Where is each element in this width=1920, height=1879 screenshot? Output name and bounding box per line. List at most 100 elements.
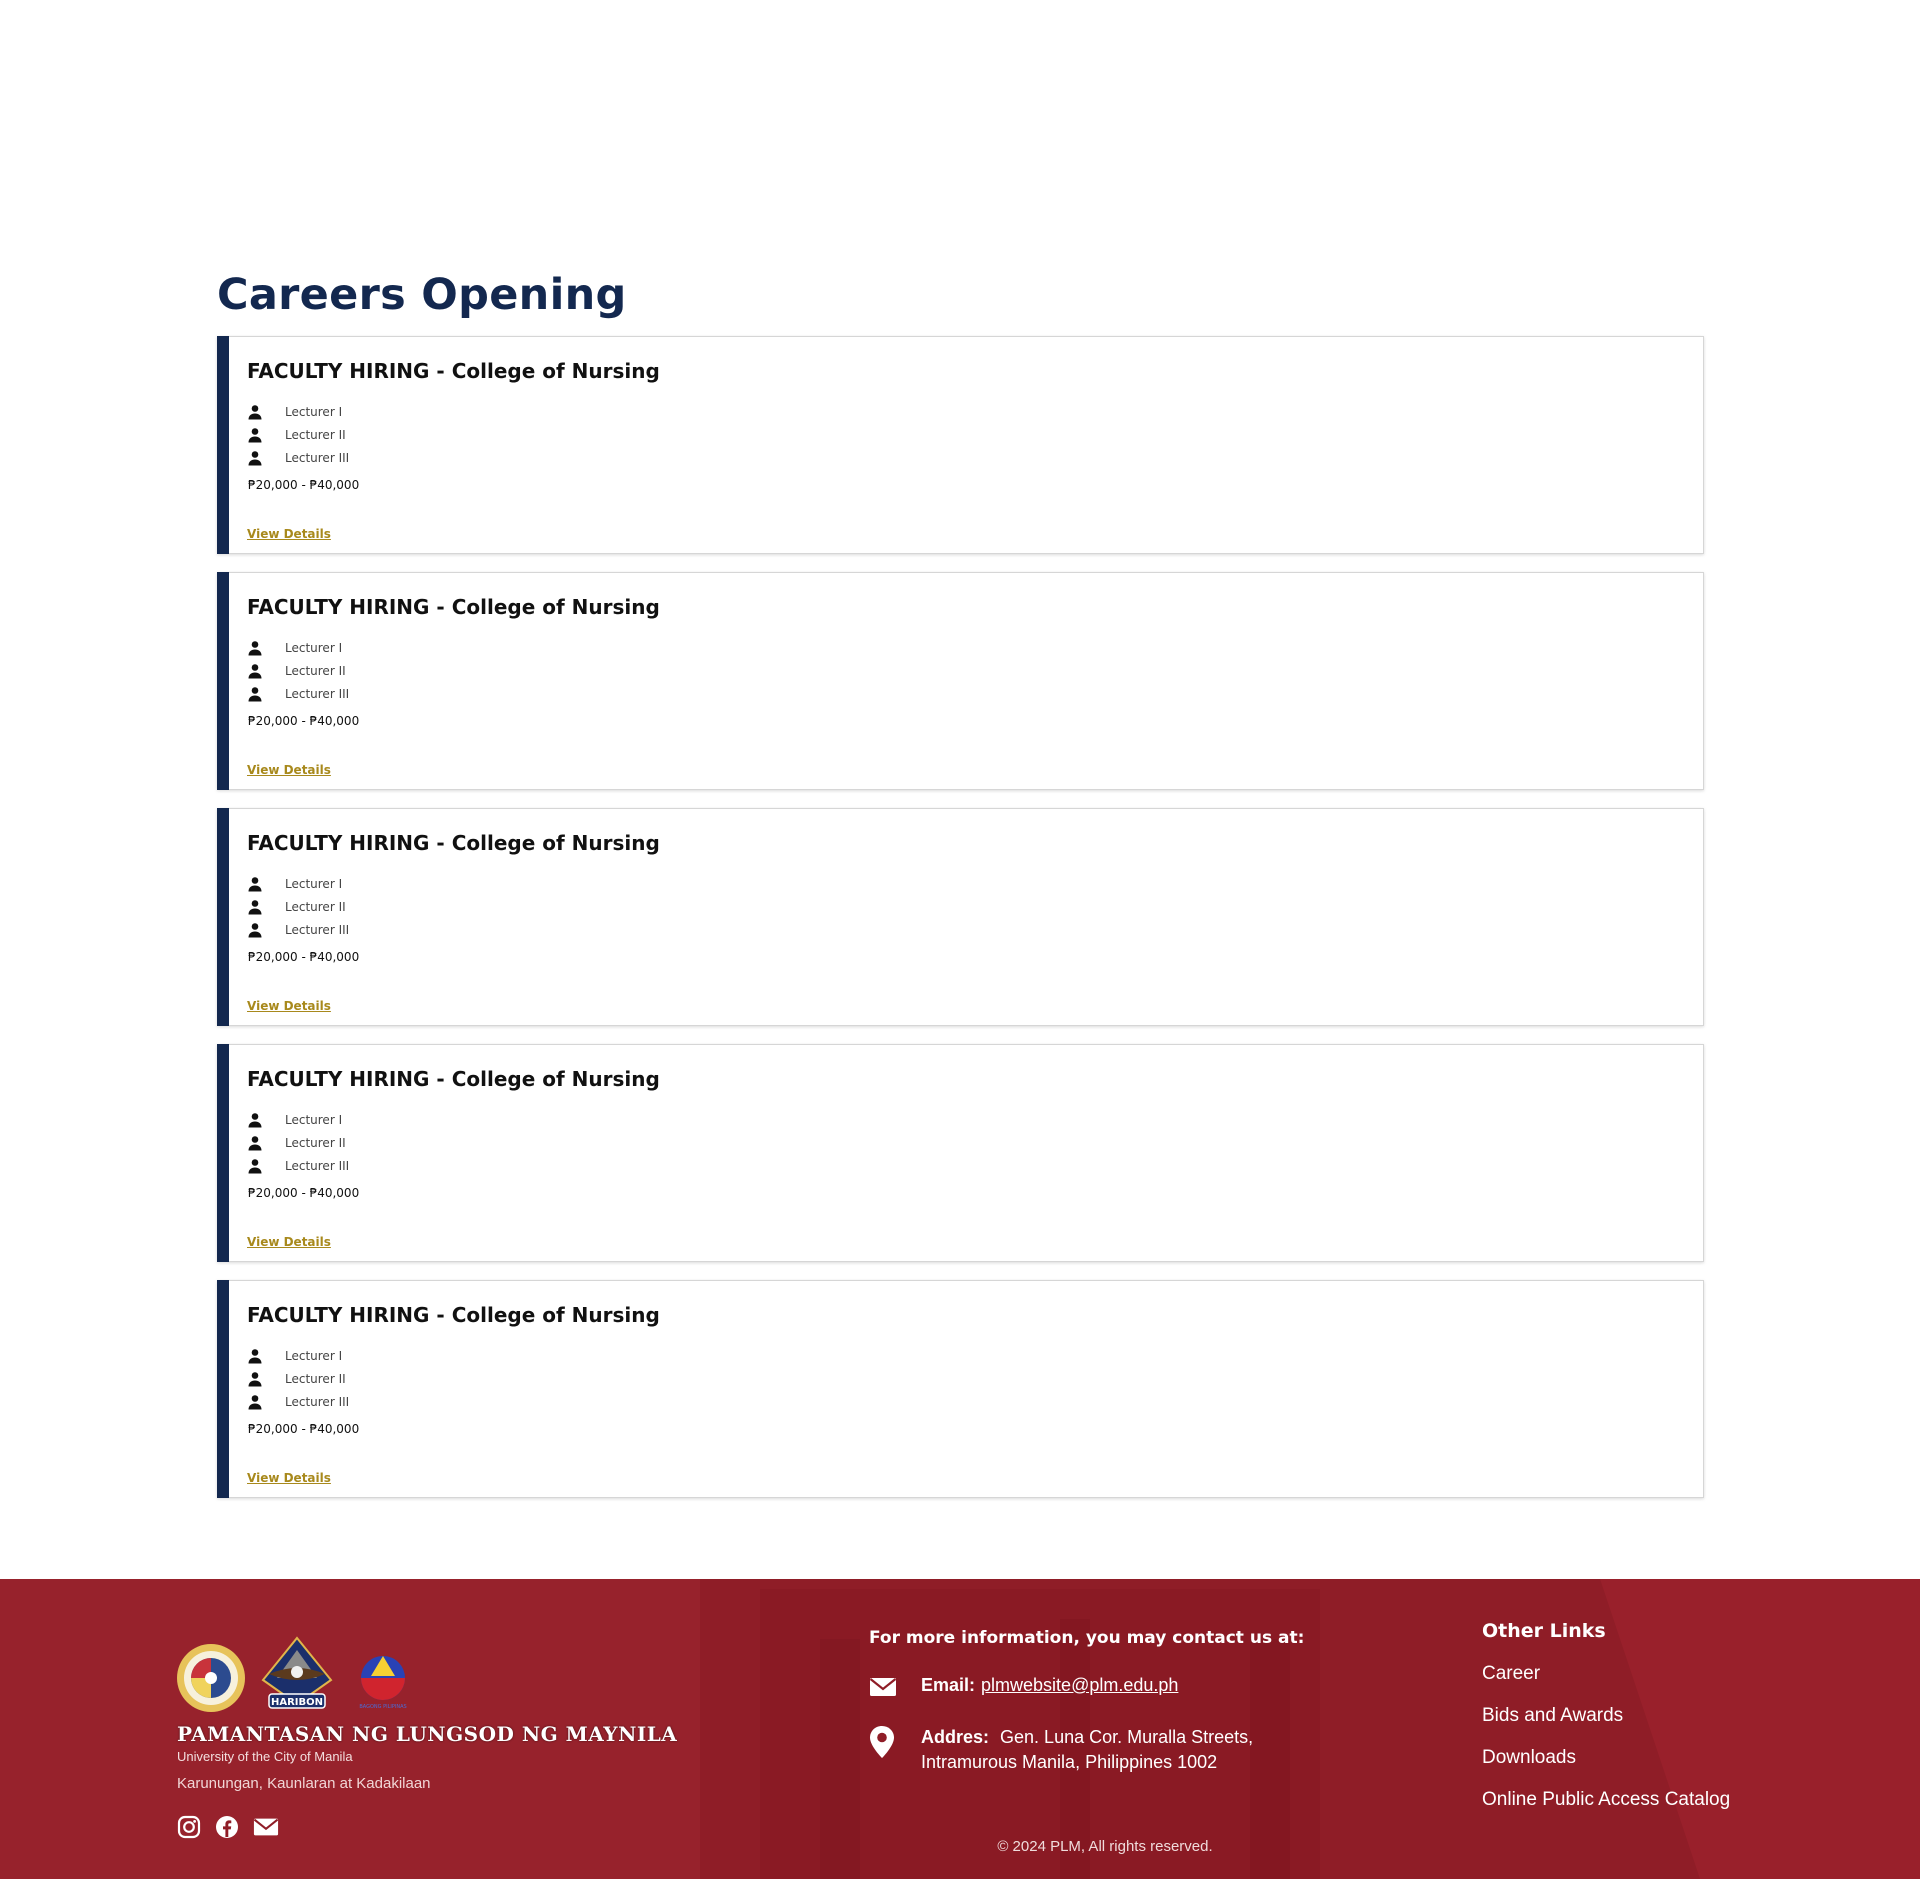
address-line-1: Gen. Luna Cor. Muralla Streets, (1000, 1727, 1254, 1747)
position-item: Lecturer I (247, 872, 349, 895)
salary-range: ₱20,000 - ₱40,000 (248, 1186, 360, 1200)
job-title: FACULTY HIRING - College of Nursing (247, 1067, 660, 1091)
position-item: Lecturer II (247, 1367, 349, 1390)
person-icon (247, 640, 263, 656)
footer-link-career[interactable]: Career (1482, 1663, 1730, 1705)
view-details-link[interactable]: View Details (247, 999, 331, 1013)
position-label: Lecturer III (285, 450, 350, 465)
copyright-text: © 2024 PLM, All rights reserved. (997, 1838, 1213, 1855)
position-item: Lecturer I (247, 636, 349, 659)
site-footer: HARIBON BAGONG PILIPINAS PAMANTASAN NG L… (0, 1579, 1920, 1879)
position-item: Lecturer III (247, 1154, 349, 1177)
person-icon (247, 1348, 263, 1364)
bagong-pilipinas-logo: BAGONG PILIPINAS (359, 1656, 407, 1710)
position-label: Lecturer I (285, 404, 343, 419)
person-icon (247, 427, 263, 443)
envelope-icon (869, 1675, 897, 1703)
position-list: Lecturer I Lecturer II Lecturer III (247, 1344, 349, 1413)
logo-group: HARIBON BAGONG PILIPINAS (175, 1634, 419, 1714)
position-label: Lecturer III (285, 1158, 350, 1173)
position-item: Lecturer III (247, 446, 349, 469)
position-list: Lecturer I Lecturer II Lecturer III (247, 400, 349, 469)
card-accent-bar (217, 1280, 229, 1498)
plm-haribon-logo: HARIBON (261, 1636, 333, 1709)
page-title: Careers Opening (217, 270, 627, 320)
other-links-heading: Other Links (1482, 1620, 1606, 1642)
position-list: Lecturer I Lecturer II Lecturer III (247, 872, 349, 941)
position-list: Lecturer I Lecturer II Lecturer III (247, 1108, 349, 1177)
view-details-link[interactable]: View Details (247, 1235, 331, 1249)
view-details-link[interactable]: View Details (247, 527, 331, 541)
university-subtitle: University of the City of Manila (177, 1749, 353, 1764)
footer-link-downloads[interactable]: Downloads (1482, 1747, 1730, 1789)
person-icon (247, 686, 263, 702)
position-item: Lecturer III (247, 918, 349, 941)
bagong-pilipinas-logo-text: BAGONG PILIPINAS (359, 1704, 406, 1710)
salary-range: ₱20,000 - ₱40,000 (248, 950, 360, 964)
job-card: FACULTY HIRING - College of Nursing Lect… (217, 572, 1704, 790)
job-card: FACULTY HIRING - College of Nursing Lect… (217, 1280, 1704, 1498)
job-card: FACULTY HIRING - College of Nursing Lect… (217, 808, 1704, 1026)
person-icon (247, 1394, 263, 1410)
card-accent-bar (217, 572, 229, 790)
position-item: Lecturer II (247, 659, 349, 682)
address-label: Addres: (921, 1727, 990, 1747)
salary-range: ₱20,000 - ₱40,000 (248, 1422, 360, 1436)
position-label: Lecturer III (285, 1394, 350, 1409)
job-title: FACULTY HIRING - College of Nursing (247, 1303, 660, 1327)
position-label: Lecturer I (285, 1112, 343, 1127)
contact-heading: For more information, you may contact us… (869, 1628, 1305, 1648)
other-links-list: Career Bids and Awards Downloads Online … (1482, 1663, 1730, 1831)
position-item: Lecturer III (247, 1390, 349, 1413)
position-label: Lecturer II (285, 427, 346, 442)
position-label: Lecturer I (285, 640, 343, 655)
position-label: Lecturer II (285, 1135, 346, 1150)
salary-range: ₱20,000 - ₱40,000 (248, 478, 360, 492)
location-pin-icon (869, 1725, 897, 1758)
card-accent-bar (217, 808, 229, 1026)
position-item: Lecturer III (247, 682, 349, 705)
position-label: Lecturer III (285, 686, 350, 701)
footer-link-bids-and-awards[interactable]: Bids and Awards (1482, 1705, 1730, 1747)
salary-range: ₱20,000 - ₱40,000 (248, 714, 360, 728)
job-title: FACULTY HIRING - College of Nursing (247, 831, 660, 855)
position-label: Lecturer I (285, 1348, 343, 1363)
position-item: Lecturer II (247, 423, 349, 446)
person-icon (247, 450, 263, 466)
email-link[interactable]: plmwebsite@plm.edu.ph (981, 1675, 1178, 1696)
job-title: FACULTY HIRING - College of Nursing (247, 595, 660, 619)
position-item: Lecturer II (247, 1131, 349, 1154)
plm-seal-logo (177, 1644, 245, 1712)
card-accent-bar (217, 336, 229, 554)
person-icon (247, 1371, 263, 1387)
person-icon (247, 922, 263, 938)
position-label: Lecturer II (285, 1371, 346, 1386)
university-name: PAMANTASAN NG LUNGSOD NG MAYNILA (177, 1722, 678, 1746)
position-item: Lecturer I (247, 400, 349, 423)
contact-email: Email: plmwebsite@plm.edu.ph (869, 1675, 1178, 1703)
university-motto: Karunungan, Kaunlaran at Kadakilaan (177, 1775, 431, 1792)
view-details-link[interactable]: View Details (247, 763, 331, 777)
job-card: FACULTY HIRING - College of Nursing Lect… (217, 336, 1704, 554)
position-item: Lecturer II (247, 895, 349, 918)
position-label: Lecturer II (285, 899, 346, 914)
person-icon (247, 1158, 263, 1174)
view-details-link[interactable]: View Details (247, 1471, 331, 1485)
person-icon (247, 663, 263, 679)
person-icon (247, 1135, 263, 1151)
position-label: Lecturer III (285, 922, 350, 937)
position-list: Lecturer I Lecturer II Lecturer III (247, 636, 349, 705)
address-line-2: Intramurous Manila, Philippines 1002 (921, 1752, 1218, 1772)
person-icon (247, 899, 263, 915)
position-label: Lecturer II (285, 663, 346, 678)
position-label: Lecturer I (285, 876, 343, 891)
footer-link-opac[interactable]: Online Public Access Catalog (1482, 1789, 1730, 1831)
email-label: Email: (921, 1675, 976, 1695)
careers-list: FACULTY HIRING - College of Nursing Lect… (217, 336, 1704, 1516)
job-card: FACULTY HIRING - College of Nursing Lect… (217, 1044, 1704, 1262)
person-icon (247, 1112, 263, 1128)
position-item: Lecturer I (247, 1108, 349, 1131)
haribon-logo-text: HARIBON (271, 1697, 323, 1708)
card-accent-bar (217, 1044, 229, 1262)
person-icon (247, 876, 263, 892)
